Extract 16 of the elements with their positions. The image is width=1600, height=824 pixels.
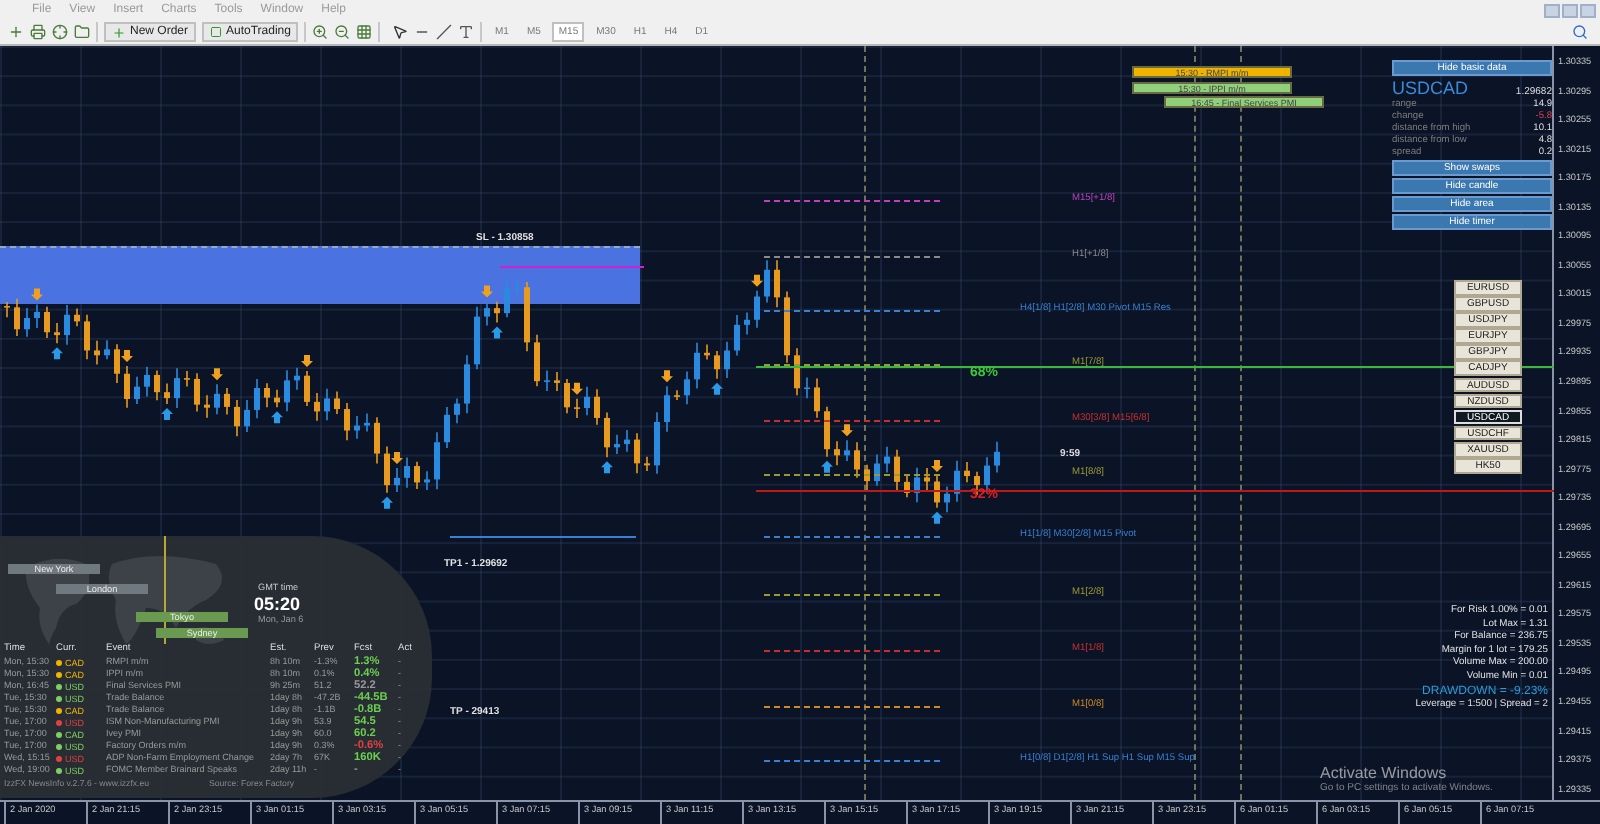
grid-icon[interactable] bbox=[356, 24, 373, 40]
square-icon bbox=[210, 26, 223, 38]
search-icon[interactable] bbox=[1572, 24, 1588, 40]
text-icon[interactable] bbox=[458, 24, 475, 40]
folder-icon[interactable] bbox=[74, 24, 90, 40]
pointer-icon[interactable] bbox=[392, 24, 409, 40]
printer-icon[interactable] bbox=[30, 24, 46, 40]
zoom-in-icon[interactable] bbox=[312, 24, 329, 40]
clock-time: 05:20 bbox=[254, 594, 301, 614]
activation-notice-title: Activate Windows bbox=[1320, 764, 1449, 782]
crosshair-icon[interactable] bbox=[52, 24, 68, 40]
plus-icon[interactable] bbox=[8, 24, 24, 40]
zoom-out-icon[interactable] bbox=[334, 24, 351, 40]
plus-icon bbox=[112, 25, 126, 39]
trendline-icon[interactable] bbox=[436, 24, 453, 40]
symbol-name: USDCAD bbox=[1392, 78, 1469, 98]
